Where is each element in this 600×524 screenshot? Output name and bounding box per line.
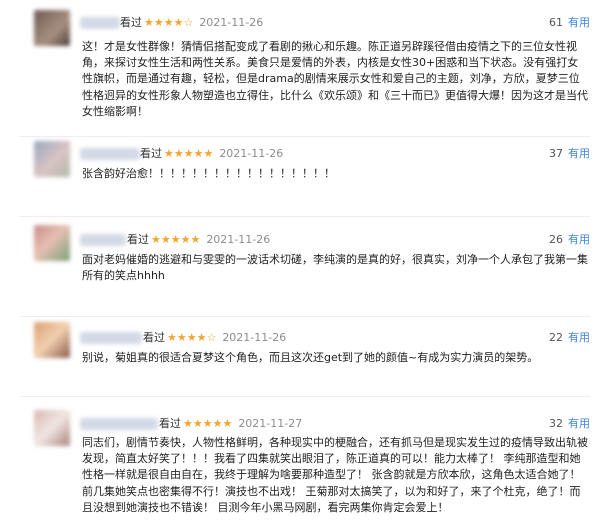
review-date: 2021-11-26 (219, 147, 284, 160)
watched-label: 看过 (120, 16, 142, 29)
avatar[interactable] (34, 410, 70, 446)
review-date: 2021-11-26 (222, 331, 287, 344)
star-rating: ★★★★★ (164, 147, 214, 160)
review-date: 2021-11-27 (238, 417, 303, 430)
divider (20, 136, 590, 137)
useful-count: 37 (549, 147, 563, 160)
watched-label: 看过 (127, 233, 149, 246)
useful-button[interactable]: 有用 (568, 147, 590, 160)
review-date: 2021-11-26 (206, 233, 271, 246)
watched-label: 看过 (159, 417, 181, 430)
username[interactable] (80, 17, 120, 29)
divider (20, 216, 590, 217)
watched-label: 看过 (140, 147, 162, 160)
avatar[interactable] (34, 225, 70, 261)
useful-vote[interactable]: 32 有用 (549, 417, 590, 431)
star-rating: ★★★★★ (183, 417, 233, 430)
useful-count: 61 (549, 16, 563, 29)
useful-button[interactable]: 有用 (568, 16, 590, 29)
review-text: 别说，菊姐真的很适合夏梦这个角色，而且这次还get到了她的颜值~有成为实力演员的… (82, 351, 539, 364)
divider (20, 316, 590, 317)
review-meta: 看过 ★★★★★ 2021-11-27 (159, 417, 302, 431)
useful-button[interactable]: 有用 (568, 417, 590, 430)
review-meta: 看过 ★★★★☆ 2021-11-26 (120, 16, 263, 30)
useful-count: 22 (549, 331, 563, 344)
avatar[interactable] (34, 10, 70, 46)
review-date: 2021-11-26 (199, 16, 264, 29)
star-rating: ★★★★☆ (167, 331, 217, 344)
avatar[interactable] (34, 322, 70, 358)
useful-vote[interactable]: 22 有用 (549, 331, 590, 345)
star-rating: ★★★★★ (151, 233, 201, 246)
useful-button[interactable]: 有用 (568, 331, 590, 344)
useful-button[interactable]: 有用 (568, 233, 590, 246)
username[interactable] (80, 418, 158, 430)
review-text: 张含韵好治愈！！！！！！！！！！！！！！！！！ (82, 167, 335, 180)
useful-count: 32 (549, 417, 563, 430)
username[interactable] (80, 234, 126, 246)
useful-vote[interactable]: 37 有用 (549, 147, 590, 161)
useful-vote[interactable]: 26 有用 (549, 233, 590, 247)
review-text: 这！才是女性群像！猜情侣搭配变成了看剧的揪心和乐趣。陈正道另辟蹊径借由疫情之下的… (82, 40, 588, 118)
review-text: 面对老妈催婚的逃避和与雯雯的一波话术切磋，李纯演的是真的好，很真实，刘净一个人承… (82, 253, 588, 283)
useful-count: 26 (549, 233, 563, 246)
review-meta: 看过 ★★★★★ 2021-11-26 (127, 233, 270, 247)
avatar[interactable] (34, 141, 70, 177)
watched-label: 看过 (143, 331, 165, 344)
username[interactable] (80, 148, 140, 160)
review-meta: 看过 ★★★★☆ 2021-11-26 (143, 331, 286, 345)
useful-vote[interactable]: 61 有用 (549, 16, 590, 30)
star-rating: ★★★★☆ (144, 16, 194, 29)
username[interactable] (80, 332, 142, 344)
review-meta: 看过 ★★★★★ 2021-11-26 (140, 147, 283, 161)
review-text: 同志们，剧情节奏快，人物性格鲜明，各种现实中的梗融合，还有抓马但是现实发生过的疫… (82, 436, 588, 514)
divider (20, 396, 590, 397)
